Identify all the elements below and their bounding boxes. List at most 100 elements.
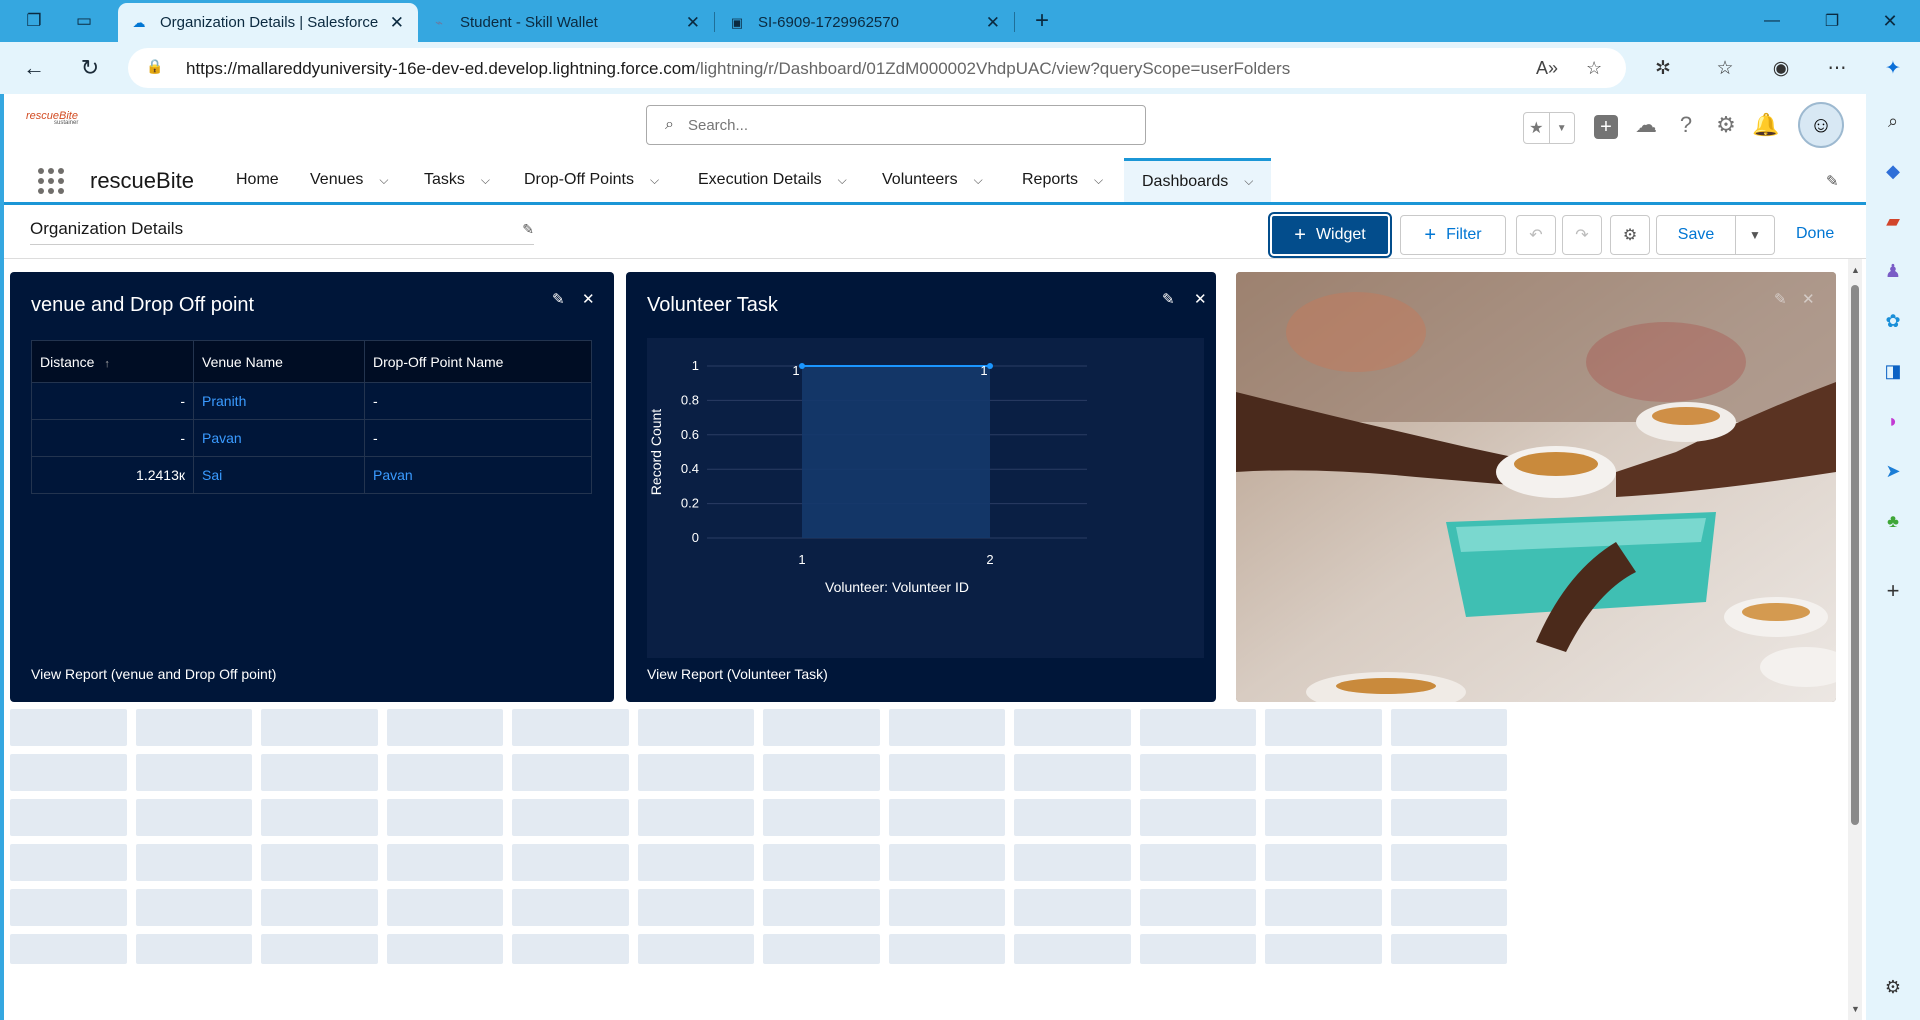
undo-button[interactable]: ↶ (1516, 215, 1556, 255)
tab-skill-wallet[interactable]: ⌁ Student - Skill Wallet ✕ (418, 3, 714, 42)
remove-widget-close-icon[interactable]: ✕ (1194, 290, 1207, 308)
chevron-down-icon[interactable]: ⌵ (1094, 173, 1103, 188)
widget-food-image[interactable]: ✎ ✕ (1236, 272, 1836, 702)
nav-reports[interactable]: Reports ⌵ (1022, 158, 1103, 202)
shopping-icon[interactable]: ◆ (1880, 158, 1906, 184)
close-window-icon[interactable]: ✕ (1870, 8, 1910, 34)
edit-nav-pencil-icon[interactable]: ✎ (1826, 172, 1839, 190)
widget-volunteer-task[interactable]: Volunteer Task ✎ ✕ 0 0.2 0.4 0.6 0.8 1 1 1 1 2 Vol… (626, 272, 1216, 702)
close-tab-icon[interactable]: ✕ (986, 13, 1000, 33)
lock-icon[interactable]: 🔒 (146, 58, 163, 75)
extensions-icon[interactable]: ✲ (1648, 54, 1678, 82)
redo-button[interactable]: ↷ (1562, 215, 1602, 255)
copilot-app-icon[interactable]: ✿ (1880, 308, 1906, 334)
canvas-scrollbar[interactable]: ▲ ▼ (1848, 259, 1862, 1020)
sort-ascending-icon[interactable]: ↑ (104, 358, 110, 370)
minimize-icon[interactable]: — (1752, 8, 1792, 34)
chevron-down-icon[interactable]: ⌵ (650, 173, 659, 188)
notifications-bell-icon[interactable]: 🔔 (1751, 110, 1781, 140)
column-header-distance[interactable]: Distance ↑ (31, 340, 194, 383)
view-report-link[interactable]: View Report (Volunteer Task) (647, 666, 828, 682)
workspaces-icon[interactable]: ❐ (20, 8, 48, 34)
tab-si[interactable]: ▣ SI-6909-1729962570 ✕ (716, 3, 1014, 42)
chevron-down-icon[interactable]: ⌵ (974, 173, 983, 188)
edit-widget-pencil-icon[interactable]: ✎ (1162, 290, 1175, 308)
tools-icon[interactable]: ▰ (1880, 208, 1906, 234)
scroll-up-icon[interactable]: ▲ (1851, 265, 1860, 275)
tab-salesforce[interactable]: ☁ Organization Details | Salesforce ✕ (118, 3, 418, 42)
back-icon[interactable]: ← (18, 52, 50, 84)
search-input[interactable] (687, 116, 1108, 134)
profile-icon[interactable]: ◉ (1766, 54, 1796, 82)
column-header-dropoff[interactable]: Drop-Off Point Name (364, 340, 592, 383)
org-logo[interactable]: rescueBite sustainer (26, 110, 80, 140)
copilot-icon[interactable]: ✦ (1878, 54, 1908, 82)
nav-drop-off-points[interactable]: Drop-Off Points ⌵ (524, 158, 659, 202)
dashboard-title[interactable]: Organization Details ✎ (30, 219, 534, 245)
scroll-down-icon[interactable]: ▼ (1851, 1004, 1860, 1014)
designer-icon[interactable]: ◗ (1880, 408, 1906, 434)
done-button[interactable]: Done (1796, 225, 1834, 243)
tree-icon[interactable]: ♣ (1880, 508, 1906, 534)
user-avatar[interactable]: ☺ (1798, 102, 1844, 148)
send-icon[interactable]: ➤ (1880, 458, 1906, 484)
new-tab-icon[interactable]: + (1028, 7, 1056, 34)
chevron-down-icon[interactable]: ⌵ (838, 173, 847, 188)
url-field[interactable]: 🔒 https://mallareddyuniversity-16e-dev-e… (128, 48, 1626, 88)
global-actions-icon[interactable]: + (1591, 112, 1621, 142)
add-sidebar-icon[interactable]: + (1880, 578, 1906, 604)
nav-home[interactable]: Home (236, 158, 279, 202)
read-aloud-icon[interactable]: A» (1536, 58, 1558, 79)
chevron-down-icon[interactable]: ⌵ (481, 173, 490, 188)
close-tab-icon[interactable]: ✕ (686, 13, 700, 33)
cell-venue-name[interactable]: Pavan (193, 419, 365, 457)
view-report-link[interactable]: View Report (venue and Drop Off point) (31, 666, 276, 682)
refresh-icon[interactable]: ↻ (74, 52, 106, 84)
column-header-venue[interactable]: Venue Name (193, 340, 365, 383)
edit-widget-pencil-icon[interactable]: ✎ (552, 290, 565, 308)
restore-icon[interactable]: ❐ (1812, 8, 1852, 34)
nav-execution-details[interactable]: Execution Details ⌵ (698, 158, 847, 202)
grid-placeholder-cell (1014, 709, 1131, 746)
nav-dashboards[interactable]: Dashboards ⌵ (1124, 158, 1272, 202)
edit-title-pencil-icon[interactable]: ✎ (522, 221, 534, 238)
people-icon[interactable]: ♟ (1880, 258, 1906, 284)
favorite-star-icon[interactable]: ☆ (1586, 58, 1602, 79)
remove-widget-close-icon[interactable]: ✕ (582, 290, 595, 308)
more-icon[interactable]: ⋯ (1822, 54, 1852, 82)
global-search[interactable]: ⌕ (646, 105, 1146, 145)
chevron-down-icon[interactable]: ⌵ (1244, 174, 1253, 189)
add-widget-button[interactable]: + Widget (1268, 212, 1392, 258)
cell-dropoff-name[interactable]: Pavan (364, 456, 592, 494)
search-icon: ⌕ (665, 116, 674, 133)
nav-volunteers[interactable]: Volunteers ⌵ (882, 158, 983, 202)
outlook-icon[interactable]: ◨ (1880, 358, 1906, 384)
scroll-thumb[interactable] (1851, 285, 1859, 825)
trailhead-icon[interactable]: ☁ (1631, 110, 1661, 140)
setup-gear-icon[interactable]: ⚙ (1711, 110, 1741, 140)
settings-gear-icon[interactable]: ⚙ (1880, 974, 1906, 1000)
favorites-dropdown-icon[interactable]: ▼ (1550, 113, 1575, 143)
save-button[interactable]: Save (1656, 215, 1736, 255)
cell-venue-name[interactable]: Sai (193, 456, 365, 494)
remove-widget-close-icon[interactable]: ✕ (1802, 290, 1815, 308)
favorites-star-icon[interactable]: ★ (1524, 113, 1550, 143)
grid-placeholder-cell (637, 844, 754, 881)
grid-placeholder-cell (512, 889, 629, 926)
edit-widget-pencil-icon[interactable]: ✎ (1774, 290, 1787, 308)
search-icon[interactable]: ⌕ (1880, 108, 1906, 134)
save-menu-button[interactable]: ▼ (1735, 215, 1775, 255)
y-tick-label: 0.4 (681, 461, 699, 476)
close-tab-icon[interactable]: ✕ (390, 13, 404, 33)
widget-venue-dropoff[interactable]: venue and Drop Off point ✎ ✕ Distance ↑ … (10, 272, 614, 702)
properties-button[interactable]: ⚙ (1610, 215, 1650, 255)
nav-venues[interactable]: Venues ⌵ (310, 158, 389, 202)
help-icon[interactable]: ? (1671, 110, 1701, 140)
add-filter-button[interactable]: + Filter (1400, 215, 1506, 255)
chevron-down-icon[interactable]: ⌵ (379, 173, 388, 188)
app-launcher-icon[interactable] (38, 168, 64, 194)
cell-venue-name[interactable]: Pranith (193, 382, 365, 420)
tab-actions-icon[interactable]: ▭ (70, 8, 98, 34)
nav-tasks[interactable]: Tasks ⌵ (424, 158, 490, 202)
favorites-icon[interactable]: ☆ (1710, 54, 1740, 82)
